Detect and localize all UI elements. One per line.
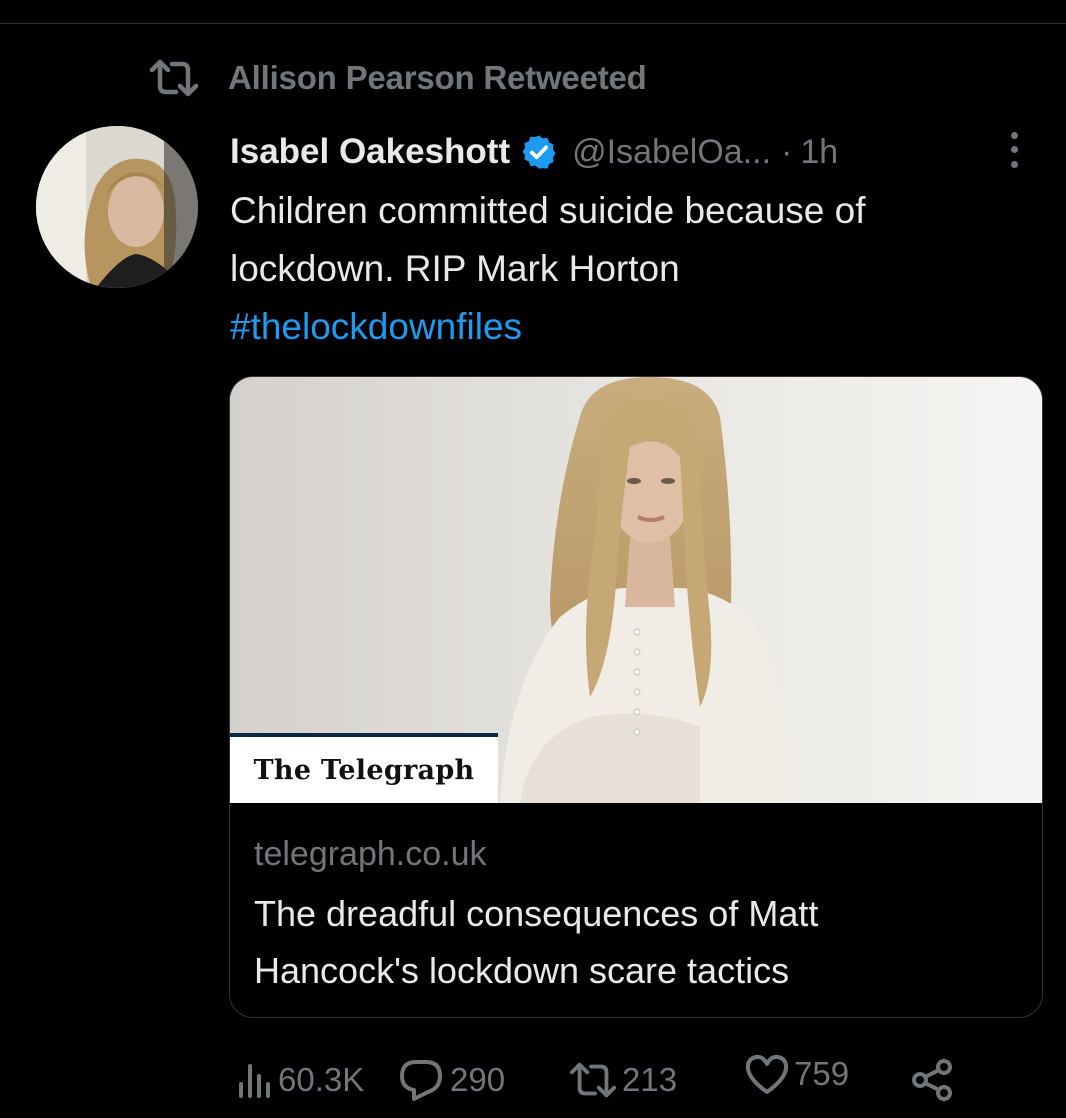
heart-icon xyxy=(744,1052,790,1096)
tweet-text-line: lockdown. RIP Mark Horton xyxy=(230,248,680,289)
analytics-icon xyxy=(236,1060,274,1100)
reply-icon xyxy=(396,1058,446,1102)
retweet-label: Allison Pearson Retweeted xyxy=(228,59,647,96)
top-divider xyxy=(0,23,1066,24)
action-bar: 60.3K 290 213 759 xyxy=(236,1050,996,1110)
tweet-text-line: Children committed suicide because of xyxy=(230,190,866,231)
header-separator: · xyxy=(781,132,793,171)
card-title-line: The dreadful consequences of Matt xyxy=(254,893,819,934)
retweet-icon xyxy=(148,58,200,98)
avatar[interactable] xyxy=(36,126,198,288)
tweet-header: Isabel Oakeshott @IsabelOa... · 1h xyxy=(230,124,1030,180)
card-title-line: Hancock's lockdown scare tactics xyxy=(254,950,790,991)
retweet-context[interactable]: Allison Pearson Retweeted xyxy=(148,56,647,100)
verified-badge-icon xyxy=(520,133,558,171)
source-badge-text: The Telegraph xyxy=(253,754,475,786)
hashtag-link[interactable]: #thelockdownfiles xyxy=(230,298,1030,356)
reply-button[interactable]: 290 xyxy=(396,1050,505,1110)
like-button[interactable]: 759 xyxy=(744,1044,849,1104)
views-button[interactable]: 60.3K xyxy=(236,1050,364,1110)
card-image: The Telegraph xyxy=(230,377,1042,803)
reply-count: 290 xyxy=(450,1061,506,1098)
link-card[interactable]: The Telegraph telegraph.co.uk The dreadf… xyxy=(229,376,1043,1018)
tweet-timestamp[interactable]: 1h xyxy=(800,133,838,172)
tweet-text: Children committed suicide because of lo… xyxy=(230,182,1030,356)
card-domain: telegraph.co.uk xyxy=(254,835,487,873)
share-button[interactable] xyxy=(910,1050,956,1110)
author-handle[interactable]: @IsabelOa... xyxy=(572,133,771,172)
views-count: 60.3K xyxy=(278,1061,365,1098)
card-title: The dreadful consequences of Matt Hancoc… xyxy=(254,885,1024,999)
share-icon xyxy=(910,1057,956,1103)
retweet-count: 213 xyxy=(622,1061,678,1098)
like-count: 759 xyxy=(794,1055,850,1092)
more-vertical-icon[interactable] xyxy=(1002,128,1026,172)
author-name[interactable]: Isabel Oakeshott xyxy=(230,132,510,172)
retweet-icon xyxy=(568,1060,618,1100)
source-badge: The Telegraph xyxy=(230,733,498,803)
retweet-button[interactable]: 213 xyxy=(568,1050,677,1110)
tweet-page: Allison Pearson Retweeted Isabel Oakesho… xyxy=(0,0,1066,1118)
